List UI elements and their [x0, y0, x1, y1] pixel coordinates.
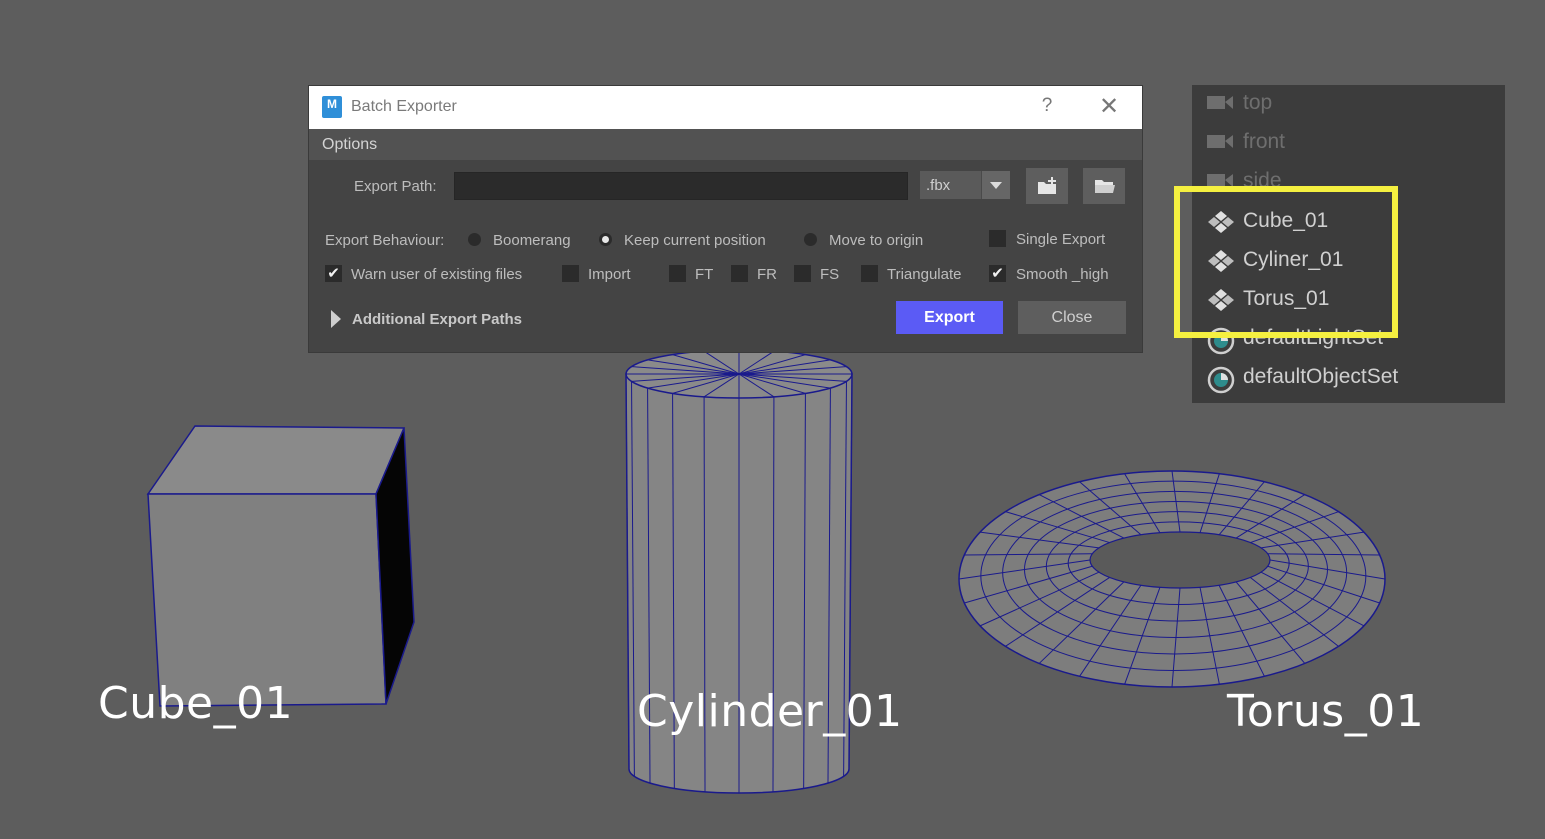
move-to-origin-label: Move to origin [829, 232, 924, 249]
maya-app-icon: M [322, 96, 342, 118]
checkbox-triangulate[interactable] [861, 265, 878, 282]
camera-icon [1206, 131, 1234, 157]
keep-position-label: Keep current position [624, 232, 766, 249]
options-header[interactable]: Options [309, 129, 1142, 160]
cube-label: Cube_01 [98, 678, 294, 729]
format-select[interactable]: .fbx [920, 171, 1010, 199]
checkbox-fs[interactable] [794, 265, 811, 282]
radio-boomerang[interactable] [468, 233, 481, 246]
expand-arrow-icon[interactable] [331, 310, 341, 328]
radio-keep-position[interactable] [599, 233, 612, 246]
dialog-titlebar[interactable]: M Batch Exporter ? ✕ [309, 86, 1142, 129]
close-icon[interactable]: ✕ [1097, 92, 1121, 121]
checkbox-import[interactable] [562, 265, 579, 282]
fs-label: FS [820, 266, 840, 283]
boomerang-label: Boomerang [493, 232, 571, 249]
triangulate-label: Triangulate [887, 266, 962, 283]
format-value: .fbx [926, 177, 951, 194]
outliner-item-label: top [1243, 91, 1273, 114]
ft-label: FT [695, 266, 714, 283]
outliner-item-label: defaultObjectSet [1243, 365, 1399, 389]
batch-exporter-dialog: M Batch Exporter ? ✕ Options Export Path… [309, 86, 1142, 352]
folder-icon [1095, 180, 1115, 193]
export-behaviour-label: Export Behaviour: [325, 232, 445, 249]
checkbox-warn-existing[interactable]: ✔ [325, 265, 342, 282]
new-folder-button[interactable] [1026, 168, 1068, 204]
camera-icon [1206, 92, 1234, 118]
warn-existing-label: Warn user of existing files [351, 266, 523, 283]
selection-highlight [1174, 186, 1398, 338]
torus-mesh[interactable] [958, 470, 1386, 688]
help-button[interactable]: ? [1037, 95, 1057, 117]
dialog-title: Batch Exporter [351, 98, 457, 115]
torus-label: Torus_01 [1227, 686, 1425, 737]
outliner-item-label: front [1243, 130, 1286, 154]
cube-mesh[interactable] [146, 425, 415, 707]
additional-export-paths-toggle[interactable]: Additional Export Paths [352, 311, 522, 328]
browse-folder-button[interactable] [1083, 168, 1125, 204]
export-path-input[interactable] [454, 172, 908, 200]
checkbox-fr[interactable] [731, 265, 748, 282]
new-folder-icon [1038, 177, 1056, 194]
single-export-label: Single Export [1016, 231, 1106, 248]
cylinder-label: Cylinder_01 [637, 686, 903, 737]
checkbox-ft[interactable] [669, 265, 686, 282]
checkbox-single-export[interactable] [989, 230, 1006, 247]
import-label: Import [588, 266, 631, 283]
options-label: Options [322, 136, 378, 153]
set-icon [1206, 366, 1236, 400]
export-path-label: Export Path: [354, 178, 437, 195]
chevron-down-icon[interactable] [981, 171, 1010, 199]
fr-label: FR [757, 266, 777, 283]
checkbox-smooth-high[interactable]: ✔ [989, 265, 1006, 282]
close-button[interactable]: Close [1018, 301, 1126, 334]
export-button[interactable]: Export [896, 301, 1003, 334]
smooth-high-label: Smooth _high [1016, 266, 1109, 283]
radio-move-to-origin[interactable] [804, 233, 817, 246]
